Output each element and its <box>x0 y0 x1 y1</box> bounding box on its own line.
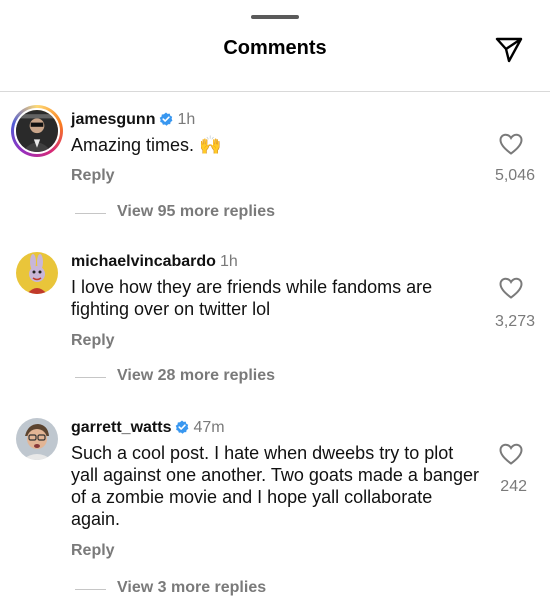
username[interactable]: michaelvincabardo <box>71 253 216 270</box>
drag-handle[interactable] <box>251 15 299 19</box>
username[interactable]: jamesgunn <box>71 111 155 128</box>
garrett-avatar <box>16 418 58 460</box>
like-button[interactable] <box>488 276 534 300</box>
cartoon-rabbit-avatar <box>16 252 58 294</box>
replies-divider <box>75 213 106 214</box>
view-replies-label[interactable]: View 28 more replies <box>117 367 275 385</box>
avatar[interactable] <box>14 108 60 154</box>
james-gunn-avatar <box>16 110 58 152</box>
like-count: 5,046 <box>494 167 535 184</box>
replies-divider <box>75 377 106 378</box>
heart-icon <box>499 277 523 299</box>
like-button[interactable] <box>488 132 534 156</box>
like-count: 242 <box>500 478 527 495</box>
heart-icon <box>499 133 523 155</box>
heart-icon <box>499 443 523 465</box>
reply-button[interactable]: Reply <box>71 167 115 185</box>
avatar[interactable] <box>16 252 58 294</box>
reply-button[interactable]: Reply <box>71 332 115 350</box>
view-replies-label[interactable]: View 3 more replies <box>117 579 266 597</box>
page-title: Comments <box>223 37 327 59</box>
avatar[interactable] <box>16 418 58 460</box>
username[interactable]: garrett_watts <box>71 419 171 436</box>
header-divider <box>0 91 550 92</box>
comment-text: Such a cool post. I hate when dweebs try… <box>71 443 479 529</box>
comments-sheet: Comments jamesgunn 1h Amazing times. 🙌 Re… <box>0 0 550 615</box>
paper-plane-icon[interactable] <box>494 34 524 64</box>
verified-badge-icon <box>160 112 173 126</box>
comment-header: michaelvincabardo 1h <box>71 252 238 272</box>
comment-time: 47m <box>193 419 225 436</box>
comment-time: 1h <box>219 253 238 270</box>
like-button[interactable] <box>488 442 534 466</box>
comment-header: jamesgunn 1h <box>71 110 195 130</box>
comment-text: I love how they are friends while fandom… <box>71 277 433 319</box>
comment-text: Amazing times. 🙌 <box>71 135 222 155</box>
verified-badge-icon <box>176 420 189 434</box>
reply-button[interactable]: Reply <box>71 542 115 560</box>
like-count: 3,273 <box>494 313 535 330</box>
comment-header: garrett_watts 47m <box>71 418 225 438</box>
replies-divider <box>75 589 106 590</box>
comment-time: 1h <box>177 111 196 128</box>
story-ring[interactable] <box>11 105 63 157</box>
view-replies-label[interactable]: View 95 more replies <box>117 203 275 221</box>
